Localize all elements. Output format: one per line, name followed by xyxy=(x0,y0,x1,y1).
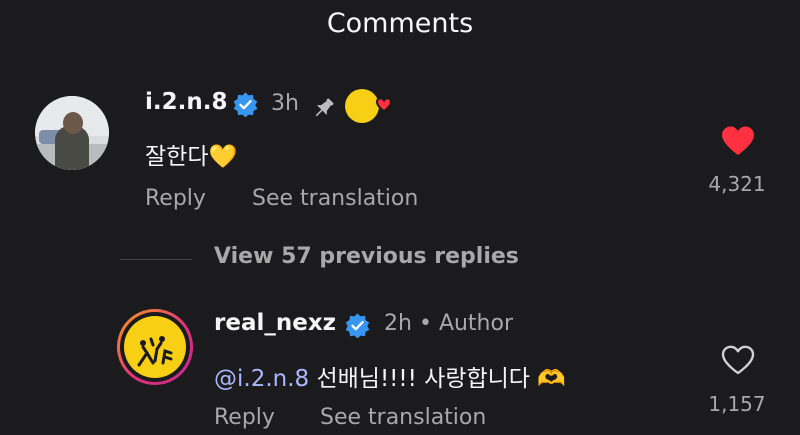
avatar[interactable] xyxy=(117,309,193,385)
reply-timestamp: 2h xyxy=(384,311,412,336)
comment-timestamp: 3h xyxy=(271,91,299,116)
heart-outline-icon[interactable] xyxy=(720,344,756,376)
creator-liked-icon xyxy=(345,89,393,123)
author-label: Author xyxy=(438,311,514,336)
reply-button[interactable]: Reply xyxy=(145,186,206,211)
reply-text: @i.2.n.8 선배님!!!! 사랑합니다 🫶 xyxy=(214,359,566,393)
reply-username[interactable]: real_nexz xyxy=(214,310,336,336)
reply-text-body: 선배님!!!! 사랑합니다 xyxy=(309,366,538,392)
see-translation-button[interactable]: See translation xyxy=(252,186,418,211)
reply-button[interactable]: Reply xyxy=(214,405,275,430)
avatar[interactable] xyxy=(35,96,109,170)
comment-text: 잘한다💛 xyxy=(145,137,237,171)
verified-badge-icon xyxy=(345,313,370,339)
like-count: 1,157 xyxy=(708,392,766,416)
heart-filled-icon[interactable] xyxy=(720,125,756,157)
pin-icon xyxy=(315,98,334,117)
view-previous-replies-button[interactable]: View 57 previous replies xyxy=(214,244,519,269)
heart-hands-emoji-icon: 🫶 xyxy=(537,366,566,392)
page-title: Comments xyxy=(326,8,474,39)
nexz-logo-icon xyxy=(137,336,173,367)
avatar-photo-head xyxy=(63,112,83,134)
verified-badge-icon xyxy=(233,92,258,118)
replies-divider xyxy=(120,259,192,260)
see-translation-button[interactable]: See translation xyxy=(320,405,486,430)
like-count: 4,321 xyxy=(708,172,766,196)
yellow-heart-emoji-icon: 💛 xyxy=(208,144,238,170)
mention-link[interactable]: @i.2.n.8 xyxy=(214,366,309,392)
reply-meta: 2h • Author xyxy=(384,311,513,336)
comment-text-body: 잘한다 xyxy=(145,144,209,170)
comment-username[interactable]: i.2.n.8 xyxy=(145,89,227,115)
meta-separator: • xyxy=(418,311,432,336)
